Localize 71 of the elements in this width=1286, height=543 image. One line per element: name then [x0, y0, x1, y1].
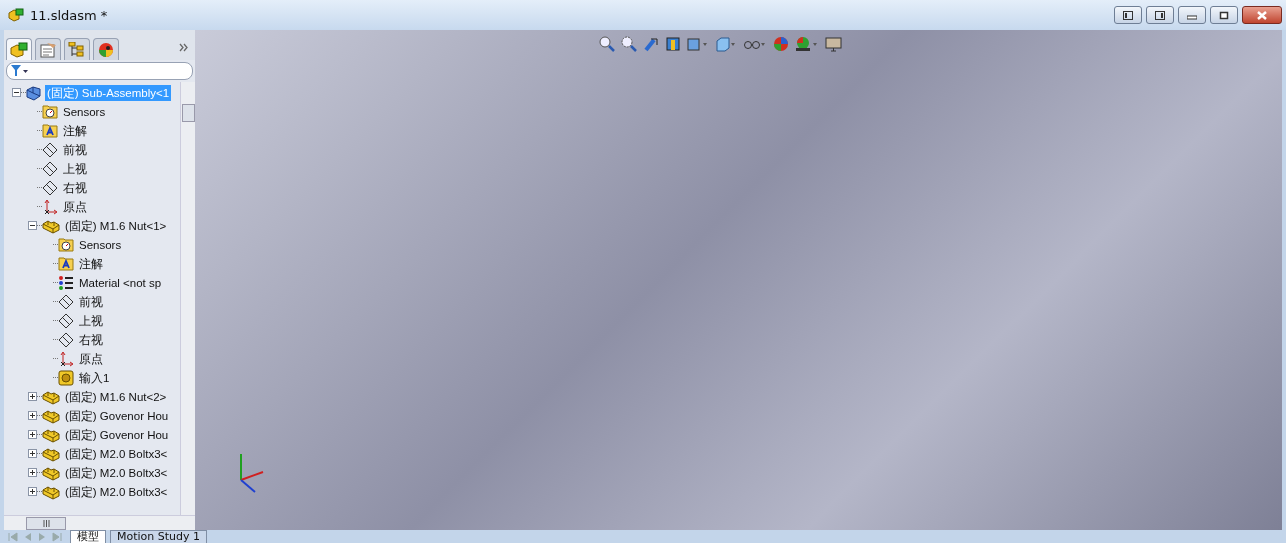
origin-icon	[58, 350, 74, 367]
section-view-icon[interactable]	[665, 36, 681, 52]
origin-icon	[42, 198, 58, 215]
tile-left-button[interactable]	[1114, 6, 1142, 24]
tree-item[interactable]: 前视	[61, 141, 89, 158]
expander-icon[interactable]	[28, 411, 37, 420]
maximize-button[interactable]	[1210, 6, 1238, 24]
plane-icon	[58, 331, 74, 348]
minimize-button[interactable]	[1178, 6, 1206, 24]
tree-item[interactable]: (固定) M1.6 Nut<1>	[63, 217, 169, 234]
tree-item[interactable]: (固定) Govenor Hou	[63, 426, 171, 443]
tile-right-button[interactable]	[1146, 6, 1174, 24]
expander-icon[interactable]	[28, 221, 37, 230]
expander-icon[interactable]	[28, 487, 37, 496]
tree-item[interactable]: Material <not sp	[77, 274, 164, 291]
tree-item[interactable]: Sensors	[77, 236, 124, 253]
tree-item[interactable]: 注解	[61, 122, 89, 139]
plane-icon	[42, 141, 58, 158]
zoom-to-fit-icon[interactable]	[599, 36, 615, 52]
filter-field[interactable]	[6, 62, 193, 80]
display-style-icon[interactable]	[715, 36, 737, 52]
tree-item[interactable]: 原点	[77, 350, 105, 367]
horizontal-scrollbar[interactable]	[4, 515, 195, 530]
tree-item[interactable]: (固定) M1.6 Nut<2>	[63, 388, 169, 405]
expander-icon[interactable]	[28, 430, 37, 439]
gauge-folder-icon	[58, 237, 74, 252]
expander-icon[interactable]	[28, 449, 37, 458]
tree-item[interactable]: 原点	[61, 198, 89, 215]
tree-item[interactable]: (固定) M2.0 Boltx3<	[63, 483, 170, 500]
annotation-folder-icon	[42, 123, 58, 138]
plane-icon	[42, 160, 58, 177]
tree-item[interactable]: Sensors	[61, 103, 108, 120]
filter-icon[interactable]	[11, 65, 29, 77]
color-sphere-icon[interactable]	[773, 36, 789, 52]
tree-item[interactable]: (固定) M2.0 Boltx3<	[63, 445, 170, 462]
assembly-icon	[8, 8, 24, 22]
model-tab[interactable]: Motion Study 1	[110, 530, 208, 543]
monitor-icon[interactable]	[825, 36, 843, 52]
tile-left-icon[interactable]	[1123, 10, 1133, 20]
close-icon[interactable]	[1256, 10, 1268, 20]
material-icon	[58, 274, 74, 291]
vertical-scrollbar[interactable]	[180, 82, 195, 515]
plane-icon	[58, 293, 74, 310]
close-button[interactable]	[1242, 6, 1282, 24]
view-orientation-icon[interactable]	[687, 36, 709, 52]
zoom-to-area-icon[interactable]	[621, 36, 637, 52]
tree-item[interactable]: (固定) Govenor Hou	[63, 407, 171, 424]
double-chevron-icon[interactable]	[179, 42, 189, 52]
assembly-icon	[26, 84, 42, 101]
tree-item[interactable]: 上视	[61, 160, 89, 177]
model-tab[interactable]: 模型	[70, 530, 106, 543]
imported-feature-icon	[58, 369, 74, 386]
expander-icon[interactable]	[12, 88, 21, 97]
gauge-folder-icon	[42, 104, 58, 119]
tree-item[interactable]: 右视	[61, 179, 89, 196]
plane-icon	[42, 179, 58, 196]
expander-icon[interactable]	[28, 392, 37, 401]
tile-right-icon[interactable]	[1155, 10, 1165, 20]
tree-item[interactable]: (固定) M2.0 Boltx3<	[63, 464, 170, 481]
tree-item[interactable]: 前视	[77, 293, 105, 310]
tree-item[interactable]: 上视	[77, 312, 105, 329]
grip-icon[interactable]	[42, 520, 50, 527]
tree-item[interactable]: 输入1	[77, 369, 112, 386]
scene-icon[interactable]	[795, 36, 819, 52]
tree-item[interactable]: 右视	[77, 331, 105, 348]
annotation-folder-icon	[58, 256, 74, 271]
window-title: 11.sldasm *	[30, 7, 108, 23]
plane-icon	[58, 312, 74, 329]
maximize-icon[interactable]	[1219, 10, 1229, 20]
tree-item[interactable]: 注解	[77, 255, 105, 272]
expander-icon[interactable]	[28, 468, 37, 477]
